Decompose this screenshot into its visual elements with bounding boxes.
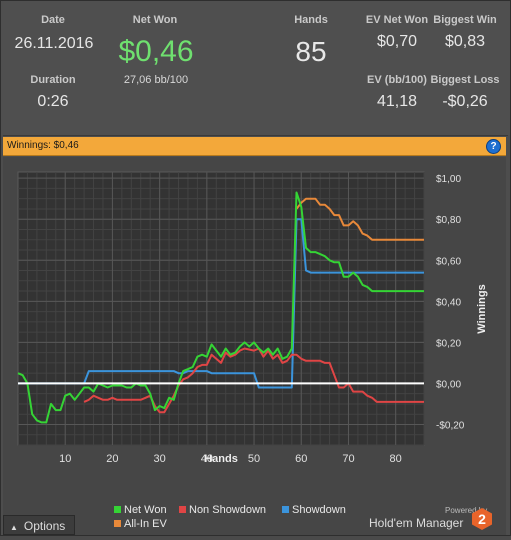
brand-name: Hold'em Manager [369,516,464,530]
y-tick-label: $0,60 [436,256,461,267]
y-tick-label: $1,00 [436,174,461,185]
session-stats-panel: Date 26.11.2016 Net Won $0,46 27,06 bb/1… [0,0,511,536]
duration-value: 0:26 [37,93,69,110]
legend-net-won: Net Won [114,504,167,516]
x-tick-label: 50 [248,453,260,465]
hands-value: 85 [295,36,327,67]
y-axis-title: Winnings [476,284,488,333]
date-label: Date [41,14,65,26]
y-tick-label: $0,20 [436,338,461,349]
x-tick-label: 20 [106,453,118,465]
biggest-loss-value: -$0,26 [442,93,488,110]
y-tick-label: $0,80 [436,215,461,226]
biggest-loss-label: Biggest Loss [430,74,500,86]
ev-bb100-value: 41,18 [376,93,418,110]
help-icon[interactable]: ? [486,139,501,154]
x-tick-label: 30 [154,453,166,465]
legend-label: Showdown [292,504,346,516]
x-tick-label: 60 [295,453,307,465]
y-tick-label: -$0,20 [436,420,465,431]
legend-label: Net Won [124,504,167,516]
legend-showdown: Showdown [282,504,346,516]
legend-all-in-ev: All-In EV [114,518,167,530]
x-tick-label: 80 [390,453,402,465]
winnings-chart: -$0,20 $0,00 $0,20 $0,40 $0,60 $0,80 $1,00 10 2… [17,171,488,465]
date-value: 26.11.2016 [14,35,94,52]
hands-label: Hands [294,14,328,26]
winnings-title: Winnings: $0,46 [7,140,79,151]
x-axis-title: Hands [204,453,238,465]
net-won-value: $0,46 [118,35,194,68]
duration-label: Duration [30,74,76,86]
net-won-label: Net Won [132,14,178,26]
stats-header: Date 26.11.2016 Net Won $0,46 27,06 bb/1… [1,1,510,135]
ev-net-won-label: EV Net Won [365,14,429,26]
x-tick-label: 70 [342,453,354,465]
winnings-title-bar: Winnings: $0,46 ? [3,137,506,156]
y-tick-labels: -$0,20 $0,00 $0,20 $0,40 $0,60 $0,80 $1,00 [436,174,465,431]
winnings-chart-area: -$0,20 $0,00 $0,20 $0,40 $0,60 $0,80 $1,00 10 2… [3,157,506,535]
y-tick-label: $0,00 [436,379,461,390]
biggest-win-value: $0,83 [444,33,486,50]
ev-bb100-label: EV (bb/100) [367,74,427,86]
chevron-up-icon: ▲ [10,523,18,532]
biggest-win-label: Biggest Win [433,14,497,26]
x-tick-label: 10 [59,453,71,465]
legend-swatch [179,506,186,513]
legend-swatch [282,506,289,513]
legend-label: All-In EV [124,518,167,530]
header-divider [3,135,508,136]
y-tick-label: $0,40 [436,297,461,308]
options-label: Options [23,519,66,533]
legend-non-showdown: Non Showdown [179,504,266,516]
legend-swatch [114,520,121,527]
options-button[interactable]: ▲ Options [3,515,75,535]
legend-swatch [114,506,121,513]
net-won-bb100: 27,06 bb/100 [123,74,189,86]
ev-net-won-value: $0,70 [376,33,418,50]
legend-label: Non Showdown [189,504,267,516]
